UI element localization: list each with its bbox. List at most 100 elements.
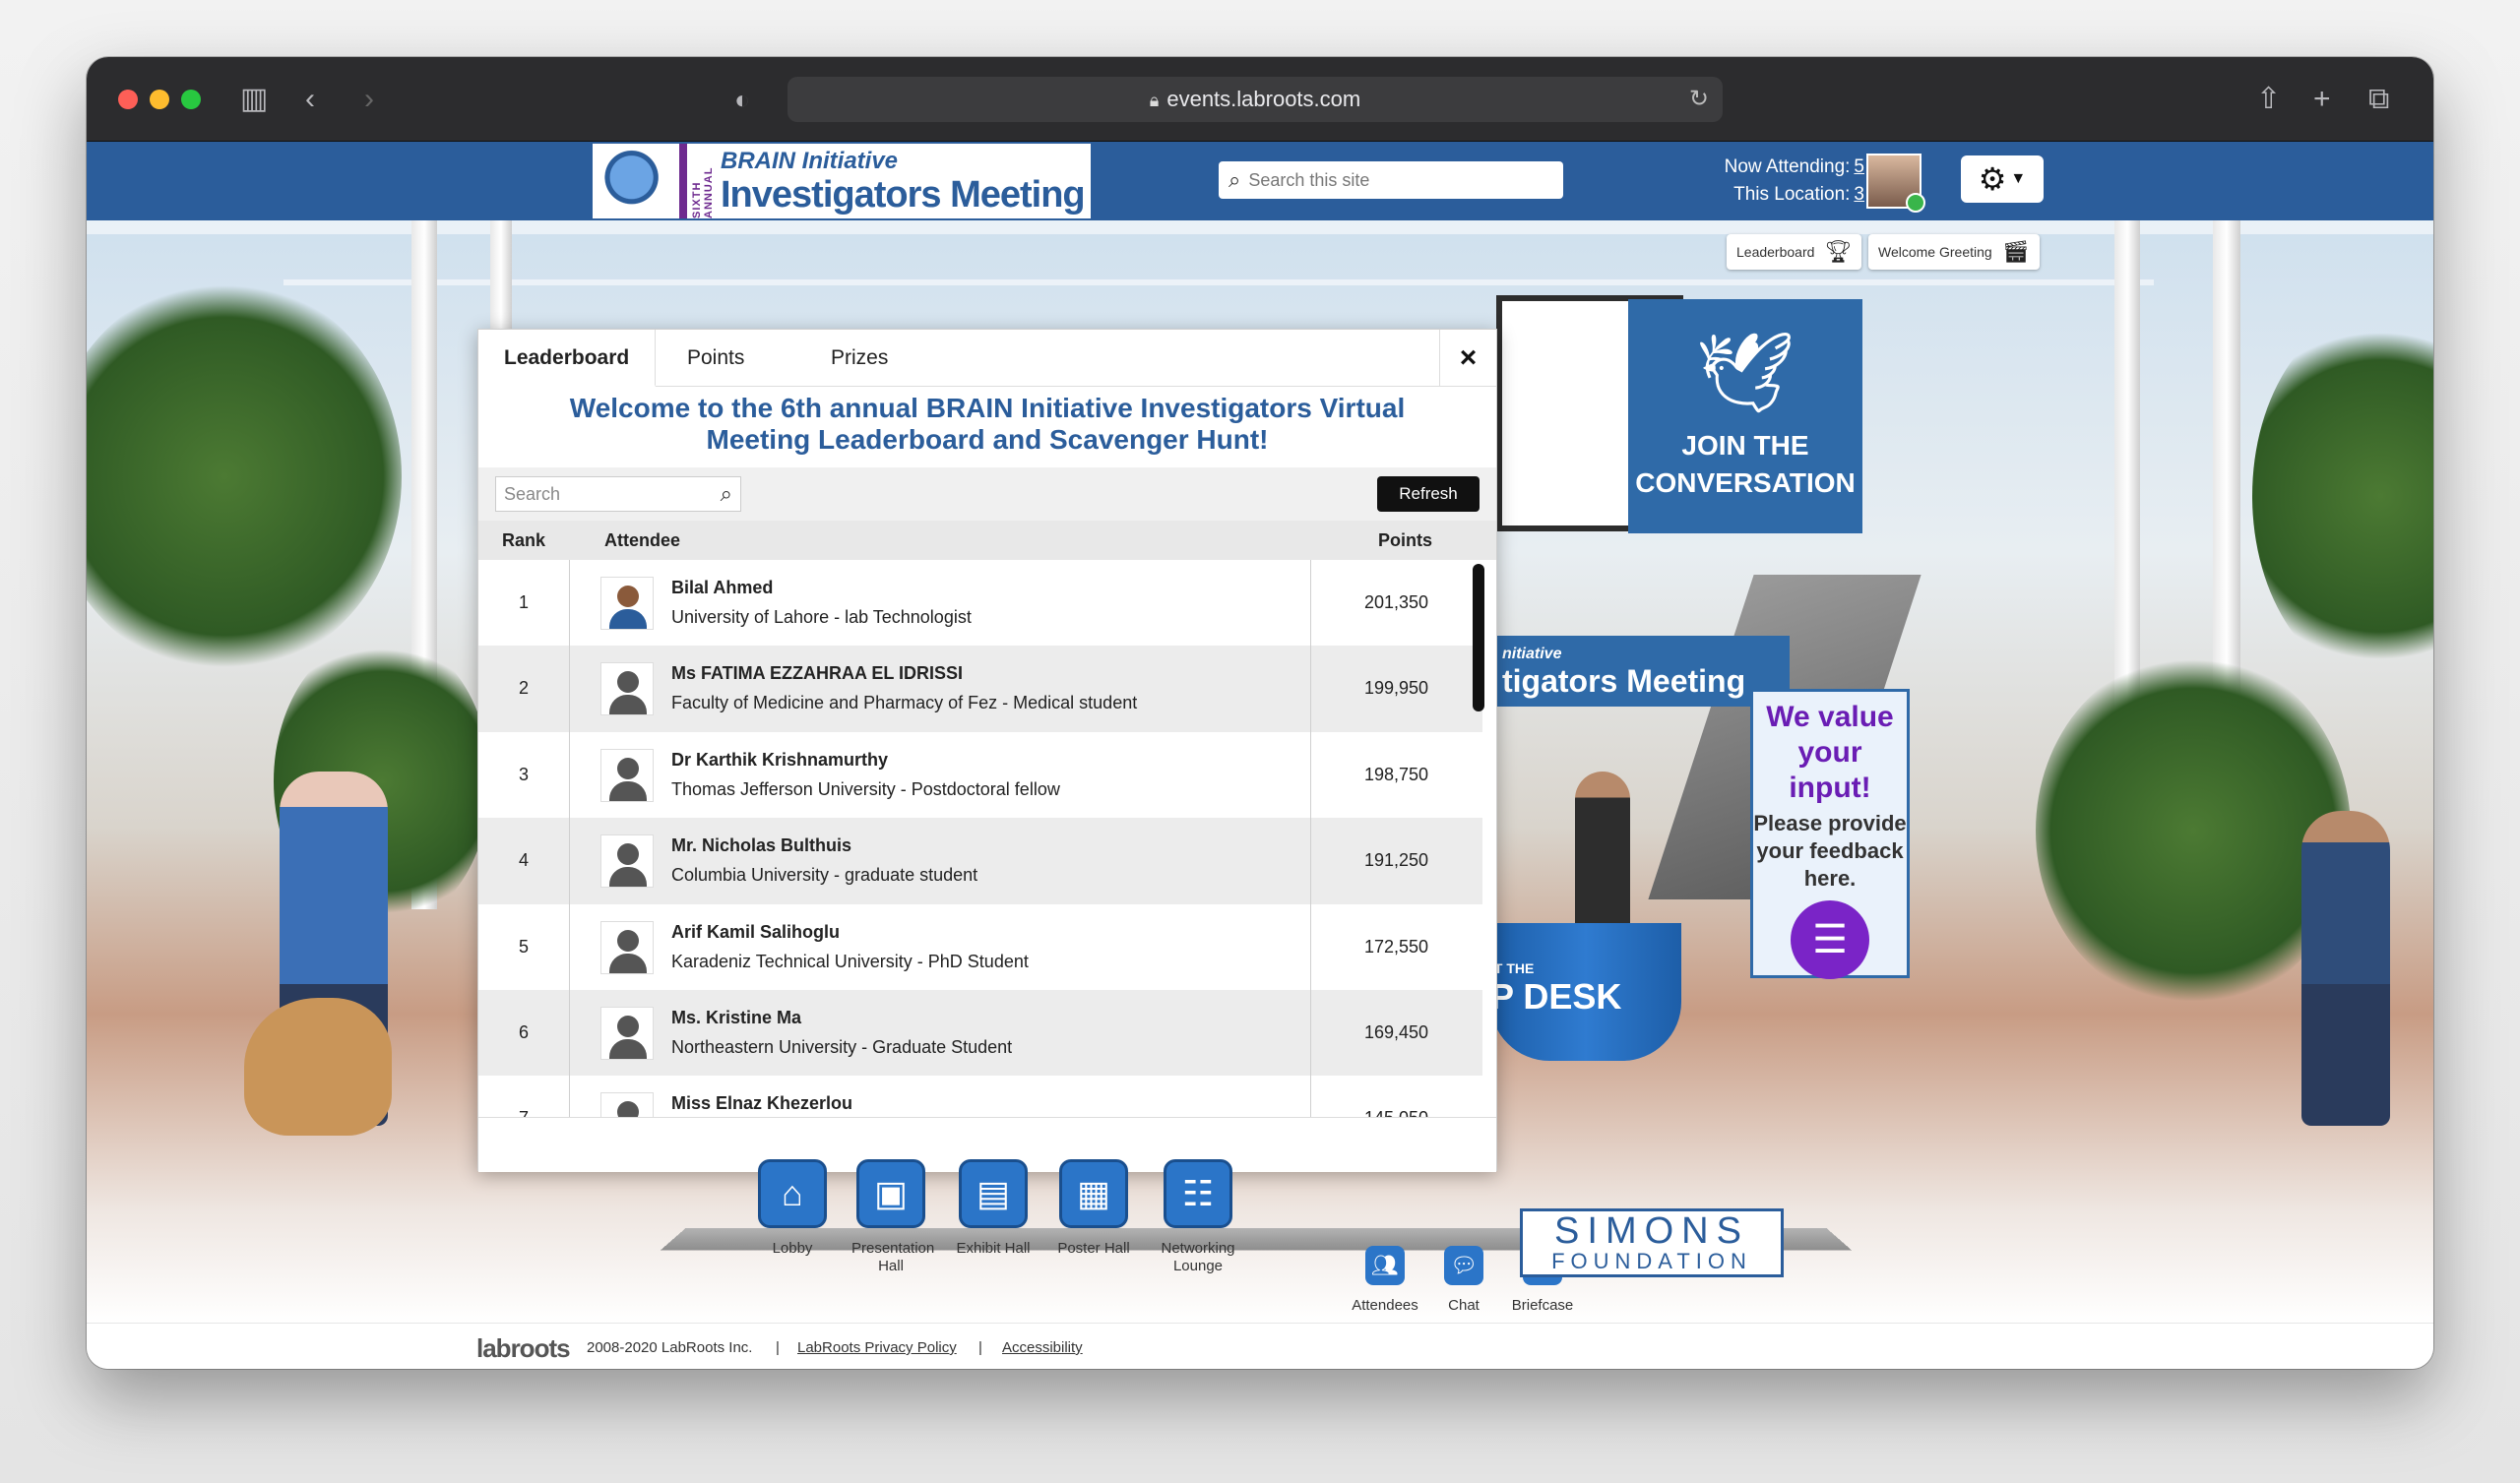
- nav-briefcase-label: Briefcase: [1511, 1297, 1574, 1314]
- leaderboard-button[interactable]: Leaderboard 🏆︎: [1727, 234, 1862, 270]
- visitor-figure: [2301, 811, 2390, 1126]
- table-row[interactable]: 4 Mr. Nicholas Bulthuis Columbia Univers…: [478, 818, 1482, 904]
- labroots-logo[interactable]: labroots: [476, 1333, 571, 1364]
- sidebar-icon[interactable]: ▥: [240, 85, 268, 114]
- sponsor-logo[interactable]: SIMONS FOUNDATION: [1520, 1208, 1784, 1277]
- table-row[interactable]: 1 Bilal Ahmed University of Lahore - lab…: [478, 560, 1482, 647]
- close-icon[interactable]: ×: [1439, 330, 1496, 387]
- brand-annual-label: SIXTH ANNUAL: [691, 166, 715, 218]
- attendee-organization: Thomas Jefferson University - Postdoctor…: [671, 778, 1060, 799]
- welcome-greeting-button[interactable]: Welcome Greeting 🎬︎: [1868, 234, 2040, 270]
- now-attending-count[interactable]: 5: [1854, 156, 1864, 177]
- column-attendee[interactable]: Attendee: [604, 530, 680, 551]
- attendee-photo: [600, 577, 654, 630]
- attendee-points: 169,450: [1363, 1021, 1429, 1042]
- help-desk-small: IT THE: [1490, 960, 1535, 976]
- address-bar[interactable]: 🔒︎ events.labroots.com ↻: [788, 77, 1723, 122]
- site-footer: labroots 2008-2020 LabRoots Inc. | LabRo…: [87, 1323, 2433, 1369]
- nav-networking-lounge[interactable]: ☷ Networking Lounge: [1134, 1159, 1262, 1275]
- attendee-points: 145,050: [1310, 1076, 1482, 1117]
- attendees-icon: 👥︎: [1365, 1246, 1405, 1285]
- tab-leaderboard[interactable]: Leaderboard: [478, 330, 657, 387]
- site-search-input[interactable]: ⌕ Search this site: [1219, 161, 1563, 199]
- nav-networking-lounge-label: Networking Lounge: [1161, 1240, 1235, 1274]
- table-row[interactable]: 6 Ms. Kristine Ma Northeastern Universit…: [478, 989, 1482, 1077]
- sponsor-subname: FOUNDATION: [1551, 1249, 1752, 1273]
- online-status-icon: [1906, 193, 1925, 213]
- presentation-icon: ▣: [856, 1159, 925, 1228]
- brand-main-text: Investigators Meeting: [721, 174, 1086, 216]
- brain-logo-icon: [593, 144, 679, 218]
- refresh-button[interactable]: Refresh: [1377, 476, 1480, 512]
- accessibility-link[interactable]: Accessibility: [1002, 1339, 1083, 1356]
- row-rank: 1: [518, 592, 529, 612]
- this-location-label: This Location:: [1733, 184, 1851, 205]
- settings-menu-button[interactable]: ⚙ ▼: [1961, 155, 2044, 203]
- minimize-window-button[interactable]: [150, 90, 169, 109]
- close-window-button[interactable]: [118, 90, 138, 109]
- site-header: SIXTH ANNUAL BRAIN Initiative Investigat…: [87, 142, 2433, 220]
- maximize-window-button[interactable]: [181, 90, 201, 109]
- default-avatar-icon: [600, 748, 654, 802]
- leaderboard-welcome-text: Welcome to the 6th annual BRAIN Initiati…: [569, 393, 1406, 455]
- event-banner: nitiative tigators Meeting: [1494, 636, 1790, 707]
- tab-prizes[interactable]: Prizes: [805, 330, 914, 387]
- help-desk[interactable]: IT THE P DESK: [1490, 923, 1681, 1061]
- default-avatar-icon: [600, 1006, 654, 1060]
- column-rank[interactable]: Rank: [502, 530, 545, 551]
- default-avatar-icon: [600, 662, 654, 716]
- table-row[interactable]: 2 Ms FATIMA EZZAHRAA EL IDRISSI Faculty …: [478, 646, 1482, 732]
- this-location-count[interactable]: 3: [1854, 184, 1864, 205]
- feedback-banner[interactable]: We value your input! Please provide your…: [1750, 689, 1910, 979]
- attendee-name: Dr Karthik Krishnamurthy: [671, 749, 889, 770]
- attendee-organization: Columbia University - graduate student: [671, 865, 978, 886]
- roof-beam: [284, 279, 2154, 285]
- now-attending-label: Now Attending:: [1724, 156, 1851, 177]
- tab-points[interactable]: Points: [662, 330, 770, 387]
- gear-icon: ⚙: [1978, 161, 2007, 197]
- exhibit-icon: ▤: [959, 1159, 1028, 1228]
- clapperboard-icon: 🎬︎: [2001, 239, 2030, 264]
- row-rank: 5: [518, 936, 529, 957]
- twitter-bird-icon: 🕊︎: [1695, 329, 1796, 416]
- attendee-organization: University of Lahore - lab Technologist: [671, 607, 972, 627]
- table-row[interactable]: 3 Dr Karthik Krishnamurthy Thomas Jeffer…: [478, 731, 1482, 819]
- event-logo[interactable]: SIXTH ANNUAL BRAIN Initiative Investigat…: [593, 144, 1091, 218]
- trophy-icon: 🏆︎: [1824, 239, 1853, 264]
- form-list-icon: ☰: [1791, 900, 1869, 979]
- twitter-join-line2: CONVERSATION: [1635, 467, 1856, 498]
- chat-icon: 💬︎: [1444, 1246, 1483, 1285]
- new-tab-icon[interactable]: +: [2313, 85, 2331, 114]
- user-avatar[interactable]: [1866, 154, 1925, 213]
- leaderboard-search-placeholder: Search: [504, 484, 561, 504]
- leaderboard-search-input[interactable]: Search ⌕: [495, 476, 741, 512]
- back-icon[interactable]: ‹: [305, 85, 315, 114]
- attendee-points: 201,350: [1363, 592, 1429, 612]
- leaderboard-header: Rank Attendee Points: [478, 521, 1496, 560]
- shield-icon[interactable]: ◐: [734, 85, 750, 114]
- table-row[interactable]: 5 Arif Kamil Salihoglu Karadeniz Technic…: [478, 903, 1482, 990]
- virtual-lobby-scene: 🕊︎ JOIN THE CONVERSATION nitiative tigat…: [87, 220, 2433, 1323]
- forward-icon[interactable]: ›: [364, 85, 374, 114]
- footer-separator: |: [776, 1339, 780, 1356]
- nav-presentation-hall-label: Presentation Hall: [851, 1240, 935, 1274]
- row-rank: 2: [518, 678, 529, 699]
- brand-top-text: BRAIN Initiative: [721, 148, 899, 174]
- attendee-name: Mr. Nicholas Bulthuis: [671, 835, 852, 856]
- table-row[interactable]: 7 Miss Elnaz Khezerlou 145,050: [478, 1076, 1482, 1117]
- twitter-join-banner[interactable]: 🕊︎ JOIN THE CONVERSATION: [1628, 299, 1862, 533]
- leaderboard-button-label: Leaderboard: [1736, 244, 1815, 260]
- leaderboard-scrollbar[interactable]: [1473, 564, 1484, 711]
- home-icon: ⌂: [758, 1159, 827, 1228]
- privacy-policy-link[interactable]: LabRoots Privacy Policy: [797, 1339, 957, 1356]
- default-avatar-icon: [600, 834, 654, 889]
- row-rank: 6: [518, 1021, 529, 1042]
- column-points[interactable]: Points: [1378, 530, 1432, 551]
- row-rank: 4: [518, 850, 529, 871]
- leaderboard-rows[interactable]: 1 Bilal Ahmed University of Lahore - lab…: [478, 560, 1482, 1117]
- tabs-overview-icon[interactable]: ⧉: [2368, 85, 2389, 114]
- share-icon[interactable]: ⇧: [2256, 85, 2281, 114]
- reload-icon[interactable]: ↻: [1689, 77, 1709, 122]
- caret-down-icon: ▼: [2010, 170, 2027, 187]
- browser-toolbar: ▥ ‹ › ◐ 🔒︎ events.labroots.com ↻ ⇧ + ⧉: [87, 57, 2433, 142]
